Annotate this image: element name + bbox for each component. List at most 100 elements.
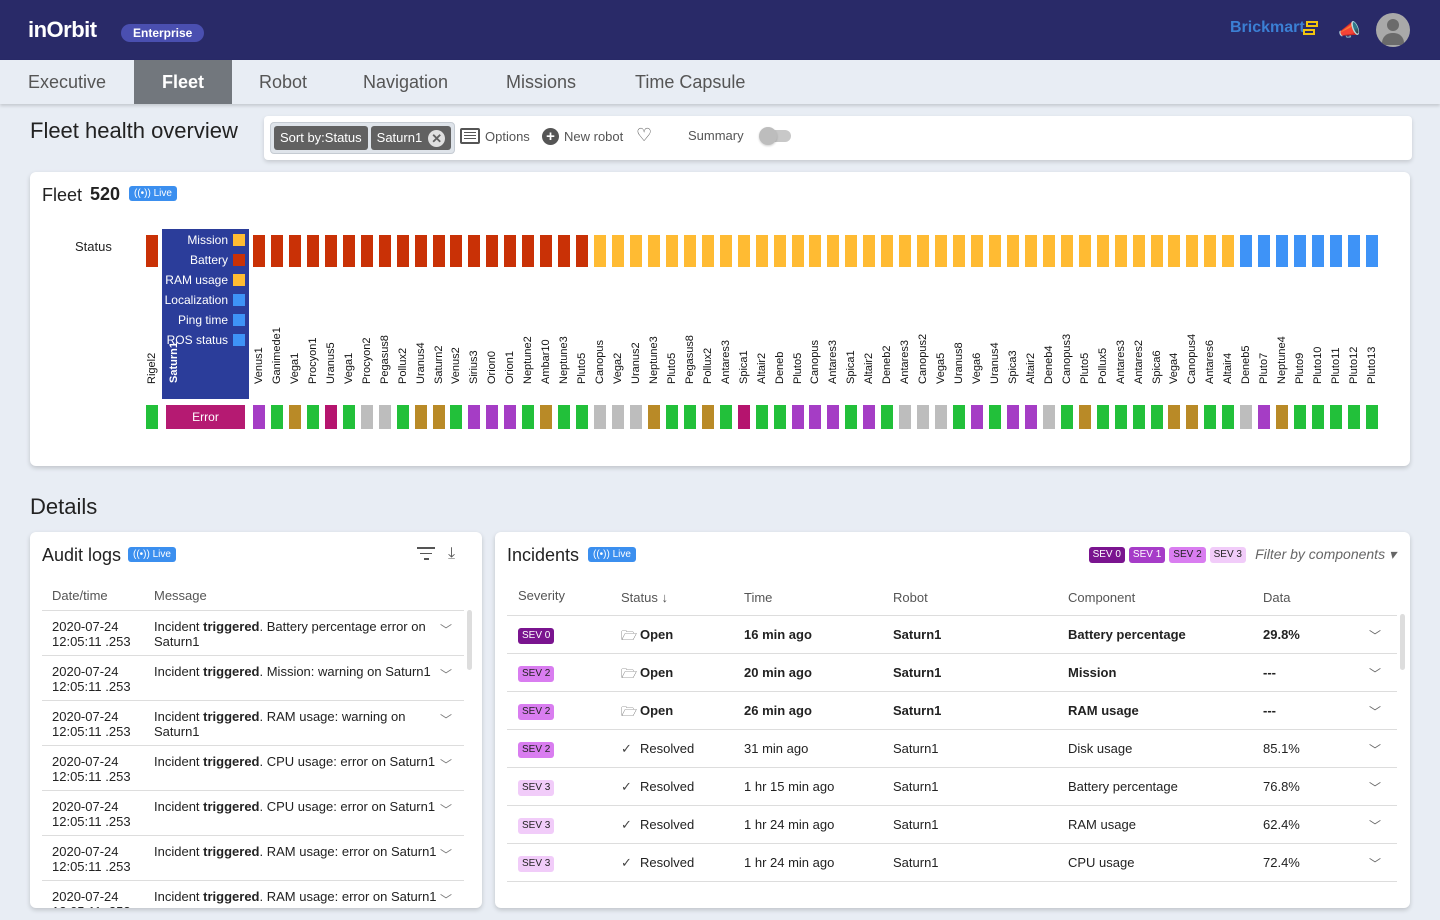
audit-scrollbar[interactable]: [467, 610, 472, 670]
chevron-down-icon[interactable]: ﹀: [440, 891, 452, 908]
tab-navigation[interactable]: Navigation: [335, 60, 476, 104]
audit-log-row[interactable]: 2020-07-2412:05:11 .253 Incident triggere…: [42, 835, 464, 880]
sev3-filter[interactable]: SEV 3: [1209, 547, 1246, 563]
robot-status-bar[interactable]: [468, 235, 480, 267]
incident-robot[interactable]: Saturn1: [893, 817, 939, 832]
robot-health-bar[interactable]: [774, 405, 786, 429]
robot-status-bar[interactable]: [307, 235, 319, 267]
robot-health-bar[interactable]: [433, 405, 445, 429]
robot-status-bar[interactable]: [1043, 235, 1055, 267]
chevron-down-icon[interactable]: ﹀: [1369, 817, 1381, 834]
robot-health-bar[interactable]: [397, 405, 409, 429]
robot-health-bar[interactable]: [486, 405, 498, 429]
robot-status-bar[interactable]: [1115, 235, 1127, 267]
robot-status-bar[interactable]: [899, 235, 911, 267]
robot-health-bar[interactable]: [307, 405, 319, 429]
robot-health-bar[interactable]: [792, 405, 804, 429]
robot-health-bar[interactable]: [271, 405, 283, 429]
incident-row[interactable]: SEV 0 🗁 Open 16 min ago Saturn1 Battery perce…: [507, 615, 1397, 653]
robot-status-bar[interactable]: [343, 235, 355, 267]
chevron-down-icon[interactable]: ﹀: [440, 711, 452, 728]
robot-health-bar[interactable]: [630, 405, 642, 429]
robot-status-bar[interactable]: [1294, 235, 1306, 267]
chevron-down-icon[interactable]: ﹀: [440, 621, 452, 638]
robot-health-bar[interactable]: [1276, 405, 1288, 429]
chevron-down-icon[interactable]: ﹀: [1369, 627, 1381, 644]
robot-status-bar[interactable]: [1007, 235, 1019, 267]
robot-status-bar[interactable]: [917, 235, 929, 267]
robot-health-bar[interactable]: [989, 405, 1001, 429]
robot-health-bar[interactable]: [576, 405, 588, 429]
robot-status-bar[interactable]: [1366, 235, 1378, 267]
robot-health-bar[interactable]: [1240, 405, 1252, 429]
column-header-robot[interactable]: Robot: [893, 590, 928, 605]
inorbit-logo[interactable]: inOrbit: [28, 17, 97, 43]
robot-status-bar[interactable]: [1330, 235, 1342, 267]
audit-log-row[interactable]: 2020-07-2412:05:11 .253 Incident triggere…: [42, 700, 464, 745]
robot-status-bar[interactable]: [1240, 235, 1252, 267]
robot-status-bar[interactable]: [325, 235, 337, 267]
close-icon[interactable]: ✕: [428, 129, 446, 147]
robot-status-bar[interactable]: [433, 235, 445, 267]
column-header-data[interactable]: Data: [1263, 590, 1290, 605]
user-avatar-icon[interactable]: [1376, 13, 1410, 47]
sort-chip[interactable]: Sort by:Status: [274, 126, 368, 150]
robot-health-bar[interactable]: [738, 405, 750, 429]
robot-health-bar[interactable]: [1366, 405, 1378, 429]
robot-status-bar[interactable]: [648, 235, 660, 267]
component-filter-dropdown[interactable]: Filter by components ▾: [1255, 546, 1396, 563]
chevron-down-icon[interactable]: ﹀: [1369, 741, 1381, 758]
robot-status-bar[interactable]: [486, 235, 498, 267]
robot-status-bar[interactable]: [1168, 235, 1180, 267]
robot-health-bar[interactable]: [899, 405, 911, 429]
robot-health-bar[interactable]: [917, 405, 929, 429]
sev1-filter[interactable]: SEV 1: [1128, 547, 1166, 563]
incident-row[interactable]: SEV 3 ✓ Resolved 1 hr 15 min ago Saturn1 Batt…: [507, 767, 1397, 805]
robot-status-bar[interactable]: [289, 235, 301, 267]
robot-status-bar[interactable]: [1151, 235, 1163, 267]
robot-status-bar[interactable]: [1348, 235, 1360, 267]
robot-status-bar[interactable]: [397, 235, 409, 267]
robot-health-bar[interactable]: [1186, 405, 1198, 429]
incident-robot[interactable]: Saturn1: [893, 703, 941, 718]
robot-status-bar[interactable]: [1133, 235, 1145, 267]
robot-health-bar[interactable]: [1258, 405, 1270, 429]
robot-health-bar[interactable]: [468, 405, 480, 429]
robot-health-bar[interactable]: [289, 405, 301, 429]
tab-missions[interactable]: Missions: [478, 60, 604, 104]
robot-status-bar[interactable]: [971, 235, 983, 267]
incident-row[interactable]: SEV 2 🗁 Open 20 min ago Saturn1 Mission --- ﹀: [507, 653, 1397, 691]
robot-status-bar[interactable]: [756, 235, 768, 267]
robot-status-bar[interactable]: [953, 235, 965, 267]
robot-status-bar[interactable]: [1061, 235, 1073, 267]
robot-health-bar[interactable]: [953, 405, 965, 429]
robot-status-bar[interactable]: [881, 235, 893, 267]
robot-status-bar[interactable]: [415, 235, 427, 267]
column-header-time[interactable]: Time: [744, 590, 772, 605]
robot-health-bar[interactable]: [881, 405, 893, 429]
robot-status-bar[interactable]: [253, 235, 265, 267]
robot-status-bar[interactable]: [827, 235, 839, 267]
robot-status-bar[interactable]: [630, 235, 642, 267]
robot-status-bar[interactable]: [504, 235, 516, 267]
robot-health-bar[interactable]: [720, 405, 732, 429]
robot-health-bar[interactable]: [504, 405, 516, 429]
robot-status-bar[interactable]: [1312, 235, 1324, 267]
tab-time-capsule[interactable]: Time Capsule: [607, 60, 773, 104]
robot-status-bar[interactable]: [809, 235, 821, 267]
robot-health-bar[interactable]: [935, 405, 947, 429]
robot-status-bar[interactable]: [774, 235, 786, 267]
robot-status-bar[interactable]: [1186, 235, 1198, 267]
robot-status-bar[interactable]: [702, 235, 714, 267]
incident-robot[interactable]: Saturn1: [893, 665, 941, 680]
tab-fleet[interactable]: Fleet: [134, 60, 233, 104]
robot-health-bar[interactable]: [1061, 405, 1073, 429]
robot-status-bar[interactable]: [379, 235, 391, 267]
chevron-down-icon[interactable]: ﹀: [440, 756, 452, 773]
incident-row[interactable]: SEV 3 ✓ Resolved 1 hr 24 min ago Saturn1 CPU …: [507, 843, 1397, 881]
robot-health-bar[interactable]: [379, 405, 391, 429]
robot-health-bar[interactable]: [1222, 405, 1234, 429]
robot-status-bar[interactable]: [720, 235, 732, 267]
robot-health-bar[interactable]: [1348, 405, 1360, 429]
robot-status-bar[interactable]: [989, 235, 1001, 267]
